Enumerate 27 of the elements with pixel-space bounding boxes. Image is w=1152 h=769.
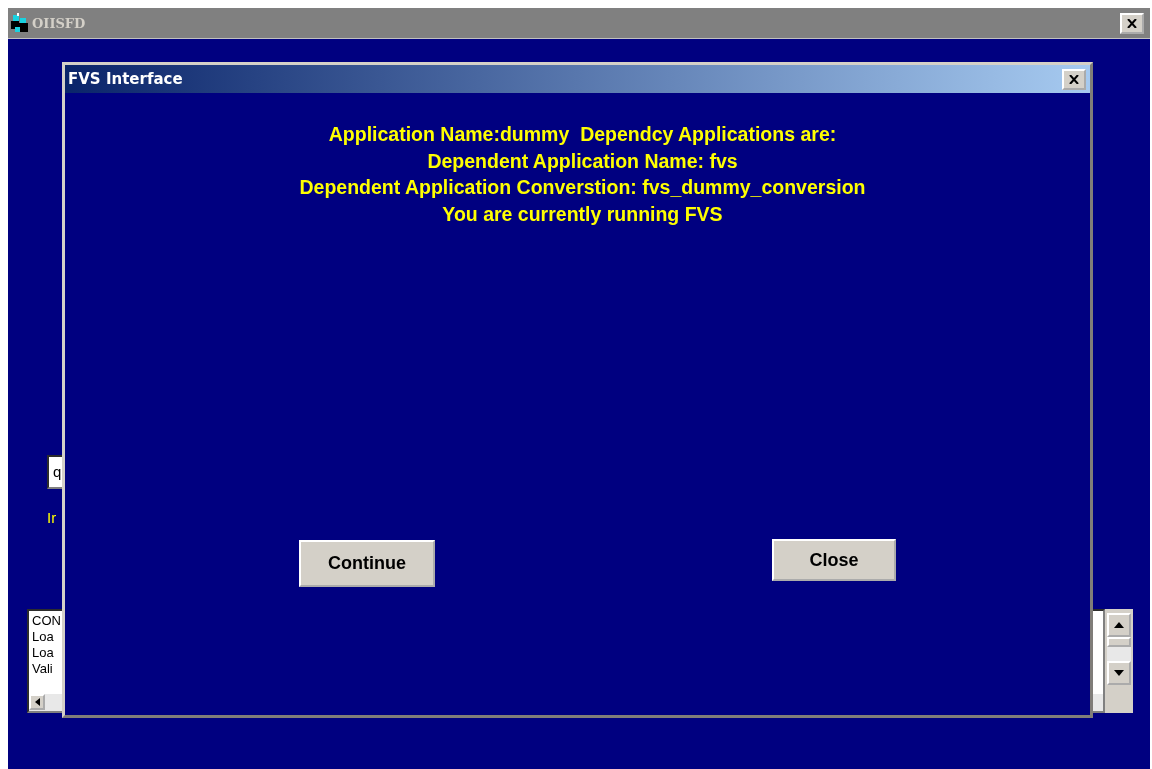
scroll-thumb[interactable] bbox=[1107, 637, 1131, 647]
scroll-down-button[interactable] bbox=[1107, 661, 1131, 685]
scroll-up-button[interactable] bbox=[1107, 613, 1131, 637]
log-line: CON bbox=[32, 613, 62, 629]
close-button[interactable]: Close bbox=[772, 539, 896, 581]
app-icon bbox=[10, 13, 30, 33]
continue-button[interactable]: Continue bbox=[299, 540, 435, 587]
close-icon bbox=[1069, 74, 1079, 84]
scroll-left-button[interactable] bbox=[29, 694, 45, 710]
left-arrow-icon bbox=[34, 698, 40, 706]
info-label: Ir bbox=[47, 509, 58, 528]
log-line: Vali bbox=[32, 661, 54, 677]
message-line: Dependent Application Name: fvs bbox=[427, 148, 738, 174]
close-button[interactable] bbox=[1120, 12, 1144, 34]
down-arrow-icon bbox=[1114, 670, 1124, 676]
log-line: Loa bbox=[32, 629, 55, 645]
close-icon bbox=[1127, 18, 1137, 28]
window-title: OIISFD bbox=[32, 15, 86, 31]
up-arrow-icon bbox=[1114, 622, 1124, 628]
dialog-title: FVS Interface bbox=[68, 70, 183, 88]
vertical-scrollbar[interactable] bbox=[1105, 609, 1133, 713]
log-line: Loa bbox=[32, 645, 55, 661]
message-line: Dependent Application Converstion: fvs_dummy_conversion bbox=[299, 175, 866, 200]
message-line: Application Name:dummy Dependcy Applications are: bbox=[328, 122, 837, 147]
message-line: You are currently running FVS bbox=[442, 201, 723, 227]
close-button[interactable] bbox=[1062, 68, 1086, 90]
scroll-track[interactable] bbox=[1107, 647, 1131, 661]
